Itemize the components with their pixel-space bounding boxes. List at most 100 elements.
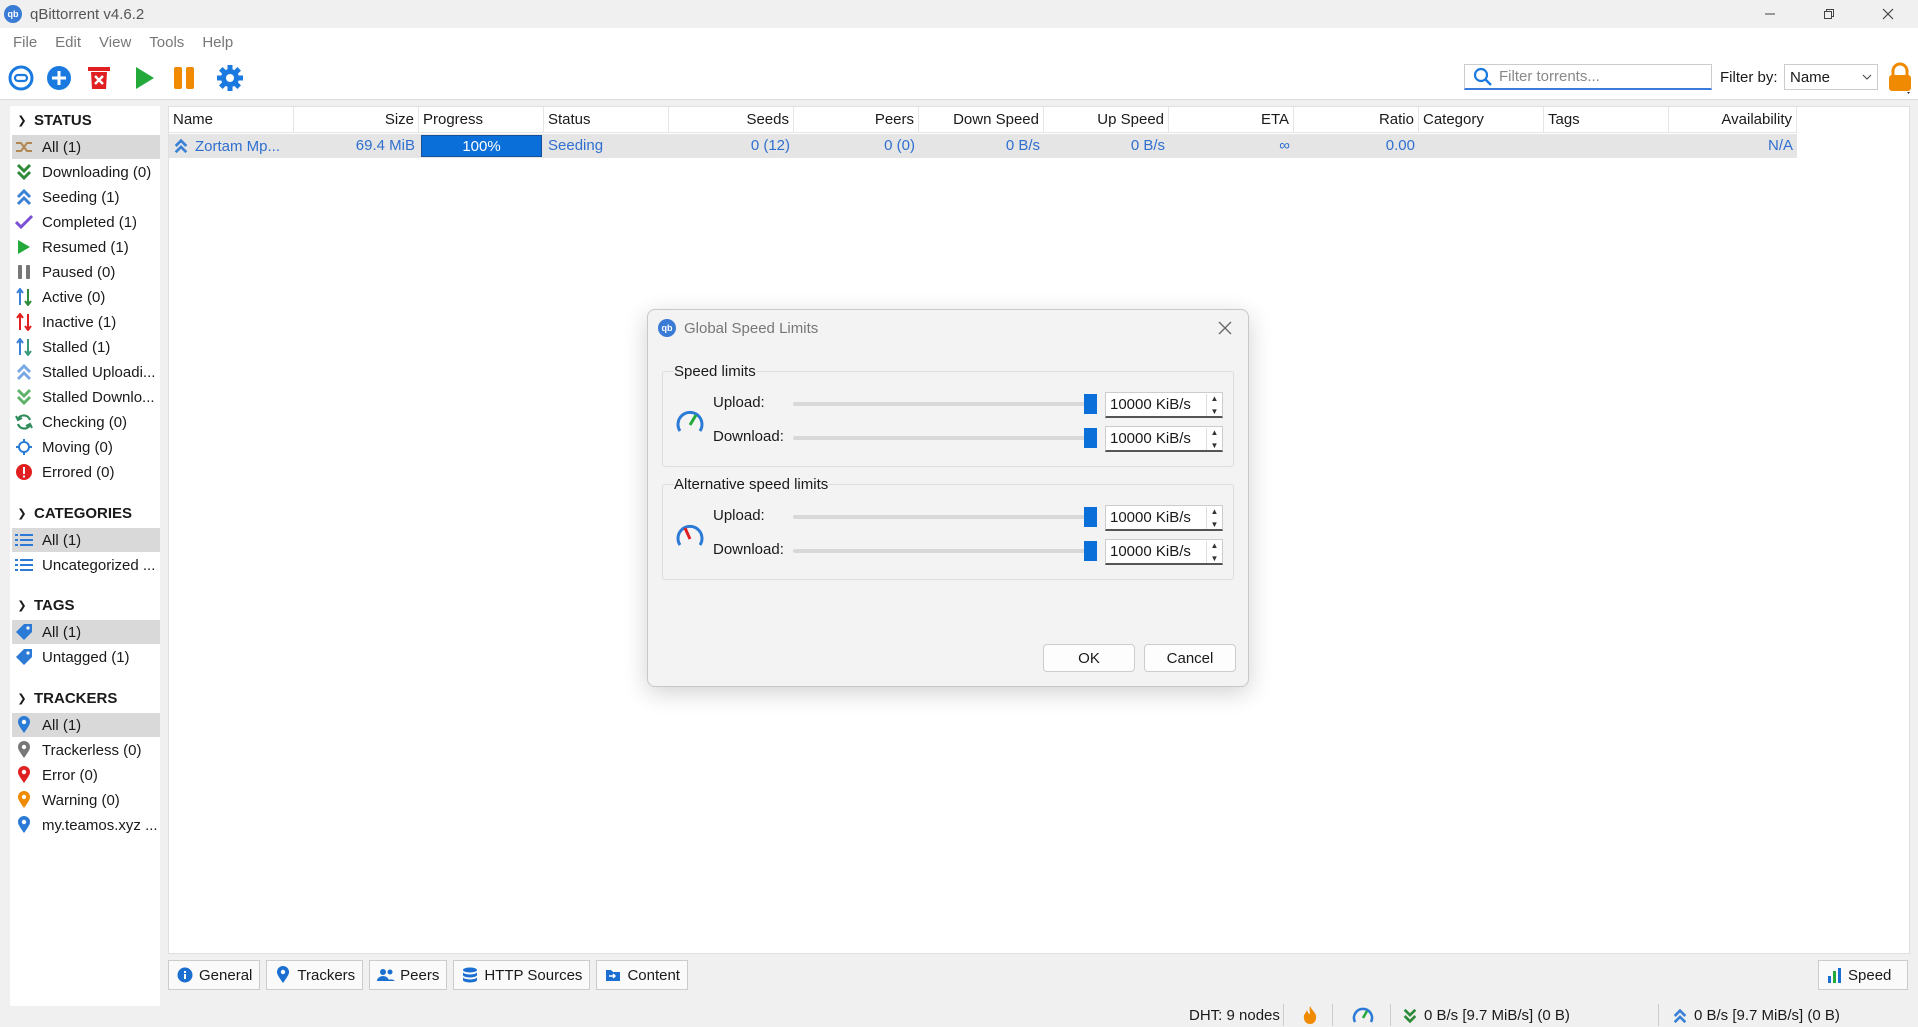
tags-section-header[interactable]: ❯ TAGS (10, 593, 160, 617)
alt-upload-limit-slider-handle[interactable] (1084, 507, 1097, 527)
sidebar-item-label: Moving (0) (42, 438, 113, 456)
sidebar-item-untagged[interactable]: Untagged (1) (12, 645, 160, 669)
speedometer-alt-icon (675, 521, 705, 551)
column-header-up-speed[interactable]: Up Speed (1044, 107, 1169, 133)
resume-button[interactable] (129, 63, 159, 93)
column-header-peers[interactable]: Peers (794, 107, 919, 133)
sidebar-item-status-all[interactable]: All (1) (12, 135, 160, 159)
properties-tabs: General Trackers Peers HTTP Sources Cont… (168, 960, 694, 990)
column-header-eta[interactable]: ETA (1169, 107, 1294, 133)
sidebar-item-active[interactable]: Active (0) (12, 285, 160, 309)
connection-status-button[interactable] (1302, 1005, 1318, 1025)
sidebar-item-tracker-error[interactable]: Error (0) (12, 763, 160, 787)
add-torrent-link-button[interactable] (6, 63, 36, 93)
upload-limit-slider-handle[interactable] (1084, 394, 1097, 414)
menu-file[interactable]: File (4, 34, 46, 51)
lock-button[interactable] (1886, 62, 1914, 94)
sidebar-item-stalled-downloading[interactable]: Stalled Downlo... (12, 385, 160, 409)
delete-torrent-button[interactable] (84, 63, 114, 93)
spin-arrows[interactable]: ▲ ▼ (1206, 393, 1222, 416)
tab-general[interactable]: General (168, 960, 261, 990)
sidebar-item-moving[interactable]: Moving (0) (12, 435, 160, 459)
sidebar-item-tag-all[interactable]: All (1) (12, 620, 160, 644)
alt-speed-toggle-button[interactable] (1352, 1005, 1374, 1025)
tab-http-sources[interactable]: HTTP Sources (453, 960, 591, 990)
sidebar-item-checking[interactable]: Checking (0) (12, 410, 160, 434)
menu-bar: File Edit View Tools Help (0, 28, 1918, 56)
menu-help[interactable]: Help (193, 34, 242, 51)
trackers-section-header[interactable]: ❯ TRACKERS (10, 686, 160, 710)
upload-speed-status[interactable]: 0 B/s [9.7 MiB/s] (0 B) (1672, 1007, 1840, 1024)
spin-arrows[interactable]: ▲ ▼ (1206, 506, 1222, 529)
people-icon (377, 966, 396, 984)
menu-tools[interactable]: Tools (140, 34, 193, 51)
column-header-ratio[interactable]: Ratio (1294, 107, 1419, 133)
cell-category (1419, 134, 1544, 158)
table-row[interactable]: Zortam Mp... 69.4 MiB 100% Seeding 0 (12… (169, 134, 1797, 158)
sidebar-item-tracker-host[interactable]: my.teamos.xyz ... (12, 813, 160, 837)
sidebar-item-trackerless[interactable]: Trackerless (0) (12, 738, 160, 762)
close-window-button[interactable] (1860, 0, 1916, 28)
alt-download-limit-slider-track (793, 549, 1093, 553)
sidebar-item-stalled[interactable]: Stalled (1) (12, 335, 160, 359)
column-header-tags[interactable]: Tags (1544, 107, 1669, 133)
sidebar-item-inactive[interactable]: Inactive (1) (12, 310, 160, 334)
column-header-status[interactable]: Status (544, 107, 669, 133)
cancel-button[interactable]: Cancel (1144, 644, 1236, 672)
filter-by-select[interactable]: Name (1784, 64, 1878, 90)
alt-download-limit-slider-handle[interactable] (1084, 541, 1097, 561)
categories-section-header[interactable]: ❯ CATEGORIES (10, 501, 160, 525)
alt-download-limit-spinbox[interactable]: 10000 KiB/s ▲ ▼ (1105, 539, 1223, 565)
menu-edit[interactable]: Edit (46, 34, 90, 51)
search-input[interactable] (1499, 68, 1699, 85)
spin-arrows[interactable]: ▲ ▼ (1206, 427, 1222, 450)
tab-speed[interactable]: Speed (1818, 960, 1908, 990)
spin-arrows[interactable]: ▲ ▼ (1206, 540, 1222, 563)
dialog-close-button[interactable] (1218, 318, 1232, 341)
list-icon (14, 556, 34, 574)
chevron-down-icon (1862, 74, 1872, 80)
status-section-header[interactable]: ❯ STATUS (10, 108, 160, 132)
sidebar-item-category-all[interactable]: All (1) (12, 528, 160, 552)
alt-upload-limit-label: Upload: (713, 507, 765, 524)
download-limit-spinbox[interactable]: 10000 KiB/s ▲ ▼ (1105, 426, 1223, 452)
download-speed-status[interactable]: 0 B/s [9.7 MiB/s] (0 B) (1402, 1007, 1570, 1024)
menu-view[interactable]: View (90, 34, 140, 51)
cell-ratio: 0.00 (1385, 137, 1415, 154)
tab-trackers[interactable]: Trackers (266, 960, 364, 990)
column-header-size[interactable]: Size (294, 107, 419, 133)
sidebar-item-paused[interactable]: Paused (0) (12, 260, 160, 284)
column-header-category[interactable]: Category (1419, 107, 1544, 133)
alt-upload-limit-spinbox[interactable]: 10000 KiB/s ▲ ▼ (1105, 505, 1223, 531)
list-icon (14, 531, 34, 549)
sidebar-item-label: Resumed (1) (42, 238, 129, 256)
upload-limit-spinbox[interactable]: 10000 KiB/s ▲ ▼ (1105, 392, 1223, 418)
column-header-seeds[interactable]: Seeds (669, 107, 794, 133)
column-header-progress[interactable]: Progress (419, 107, 544, 133)
download-limit-slider-handle[interactable] (1084, 428, 1097, 448)
add-torrent-file-button[interactable] (44, 63, 74, 93)
tab-peers[interactable]: Peers (369, 960, 448, 990)
sidebar-item-downloading[interactable]: Downloading (0) (12, 160, 160, 184)
sidebar-item-tracker-warning[interactable]: Warning (0) (12, 788, 160, 812)
sidebar-item-errored[interactable]: Errored (0) (12, 460, 160, 484)
tab-label: Speed (1848, 966, 1892, 984)
sidebar-item-completed[interactable]: Completed (1) (12, 210, 160, 234)
sidebar-item-seeding[interactable]: Seeding (1) (12, 185, 160, 209)
column-header-name[interactable]: Name (169, 107, 294, 133)
sidebar-item-label: Downloading (0) (42, 163, 152, 181)
restore-button[interactable] (1801, 0, 1857, 28)
ok-button[interactable]: OK (1043, 644, 1135, 672)
sidebar-item-resumed[interactable]: Resumed (1) (12, 235, 160, 259)
pause-button[interactable] (169, 63, 199, 93)
column-header-availability[interactable]: Availability (1669, 107, 1797, 133)
tab-content[interactable]: Content (596, 960, 688, 990)
separator (1658, 1004, 1659, 1026)
options-button[interactable] (215, 63, 245, 93)
minimize-button[interactable] (1742, 0, 1798, 28)
column-header-down-speed[interactable]: Down Speed (919, 107, 1044, 133)
sidebar-item-stalled-uploading[interactable]: Stalled Uploadi... (12, 360, 160, 384)
sidebar-item-uncategorized[interactable]: Uncategorized ... (12, 553, 160, 577)
sidebar-item-tracker-all[interactable]: All (1) (12, 713, 160, 737)
sidebar-item-label: All (1) (42, 531, 82, 549)
